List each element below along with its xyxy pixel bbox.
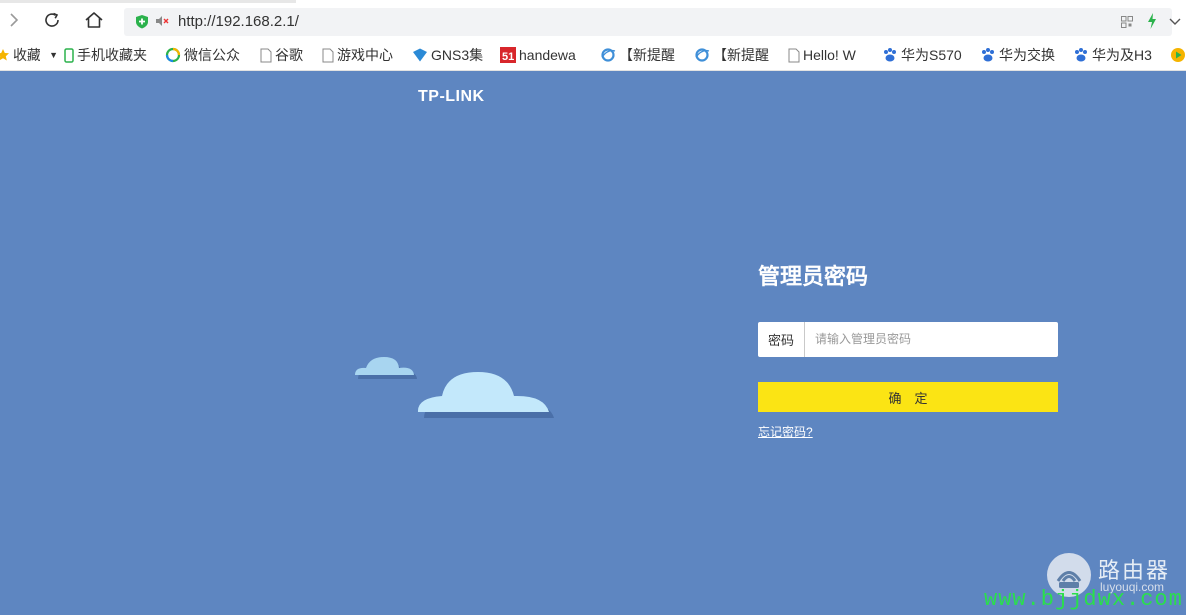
bookmark-item[interactable]: 【新提醒 bbox=[600, 46, 680, 64]
ie-icon bbox=[694, 47, 710, 63]
tp-link-logo: TP-LINK bbox=[418, 88, 485, 105]
url-text[interactable]: http://192.168.2.1/ bbox=[178, 13, 299, 30]
bookmark-overflow-icon[interactable] bbox=[1170, 46, 1186, 64]
bookmark-item[interactable]: 华为交换 bbox=[980, 46, 1062, 64]
password-field-group: 密码 bbox=[758, 322, 1058, 357]
qr-code-icon[interactable] bbox=[1121, 15, 1133, 33]
lightning-icon[interactable] bbox=[1147, 13, 1157, 34]
forward-icon[interactable] bbox=[2, 8, 26, 32]
bookmark-item[interactable]: 微信公众 bbox=[165, 46, 245, 64]
bookmark-item[interactable]: 游戏中心 bbox=[322, 46, 402, 64]
bookmark-item[interactable]: 手机收藏夹 bbox=[64, 46, 160, 64]
password-label: 密码 bbox=[758, 322, 805, 357]
baidu-paw-icon bbox=[1073, 47, 1089, 63]
bookmark-item[interactable]: 谷歌 bbox=[260, 46, 316, 64]
51-icon: 51 bbox=[500, 47, 516, 63]
baidu-paw-icon bbox=[882, 47, 898, 63]
address-bar[interactable]: http://192.168.2.1/ bbox=[124, 8, 1181, 36]
reload-icon[interactable] bbox=[40, 8, 64, 32]
star-icon bbox=[0, 48, 10, 62]
caret-down-icon[interactable]: ▼ bbox=[49, 50, 58, 60]
tab-indicator bbox=[0, 0, 296, 3]
bookmark-item[interactable]: 51 handewa bbox=[500, 46, 588, 64]
forgot-password-link[interactable]: 忘记密码? bbox=[758, 423, 813, 440]
bookmarks-bar: 收藏 ▼ 手机收藏夹 微信公众 谷歌 游戏中心 GNS3集 51 handewa… bbox=[0, 40, 1186, 71]
baidu-paw-icon bbox=[980, 47, 996, 63]
gns3-icon bbox=[412, 48, 428, 62]
sound-muted-icon[interactable] bbox=[154, 14, 170, 33]
ie-icon bbox=[600, 47, 616, 63]
bookmark-favorites[interactable]: 收藏 ▼ bbox=[0, 46, 58, 64]
watermark-domain: www.bjjdwx.com bbox=[984, 587, 1183, 612]
page-icon bbox=[788, 48, 800, 63]
bookmark-item[interactable]: GNS3集 bbox=[412, 46, 490, 64]
bookmark-item[interactable]: 华为及H3 bbox=[1073, 46, 1161, 64]
confirm-button[interactable]: 确 定 bbox=[758, 382, 1058, 412]
home-icon[interactable] bbox=[82, 8, 106, 32]
page-icon bbox=[260, 48, 272, 63]
browser-toolbar: http://192.168.2.1/ bbox=[0, 0, 1186, 40]
page-icon bbox=[322, 48, 334, 63]
svg-text:51: 51 bbox=[502, 51, 514, 63]
login-title: 管理员密码 bbox=[758, 264, 869, 289]
password-input[interactable] bbox=[805, 322, 1058, 355]
wechat-icon bbox=[165, 47, 181, 63]
bookmark-item[interactable]: 【新提醒 bbox=[694, 46, 774, 64]
bookmark-item[interactable]: 华为S570 bbox=[882, 46, 968, 64]
phone-icon bbox=[64, 47, 74, 63]
bookmark-item[interactable]: Hello! W bbox=[788, 46, 870, 64]
chevron-down-icon[interactable] bbox=[1169, 14, 1181, 32]
security-shield-icon[interactable] bbox=[135, 14, 149, 34]
clouds-illustration bbox=[355, 357, 554, 418]
